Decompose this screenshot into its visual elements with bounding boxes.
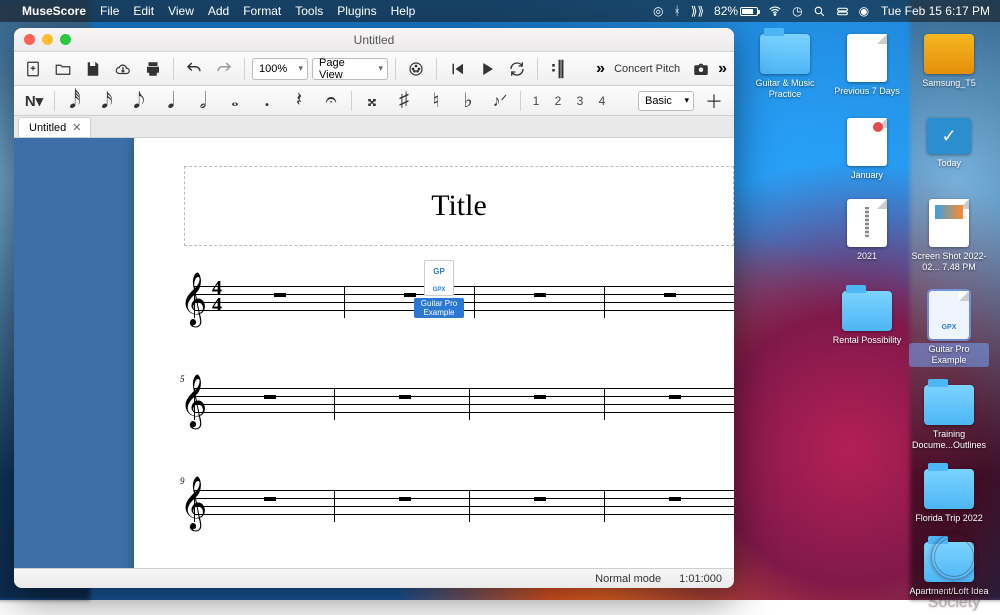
menu-view[interactable]: View [168,4,194,18]
watermark-logo: Producer Society [914,534,994,594]
status-position: 1:01:000 [679,573,722,585]
wifi-icon[interactable] [768,4,782,18]
staff-system-2[interactable]: 5 𝄞 [194,388,734,428]
menu-add[interactable]: Add [208,4,229,18]
flip-direction[interactable]: ♪ᐟ [488,89,512,113]
menu-tools[interactable]: Tools [295,4,323,18]
staff-system-1[interactable]: 𝄞 44 [194,286,734,326]
score-workspace[interactable]: Title 𝄞 44 5 𝄞 [14,138,734,568]
add-workspace-button[interactable]: ＋ [702,89,726,113]
voice-2[interactable]: 2 [551,89,565,113]
open-button[interactable] [50,56,76,82]
duration-quarter[interactable]: 𝅘𝅥 [159,89,183,113]
desktop-screenshot[interactable]: Screen Shot 2022-02... 7.48 PM [908,199,990,273]
desktop-disk-samsung[interactable]: Samsung_T5 [908,34,990,100]
redo-button[interactable] [211,56,237,82]
close-tab-icon[interactable]: ✕ [72,121,81,134]
desktop-folder-florida[interactable]: Florida Trip 2022 [908,469,990,524]
score-page[interactable]: Title 𝄞 44 5 𝄞 [134,138,734,568]
duration-whole[interactable]: 𝅝 [223,89,247,113]
duration-half[interactable]: 𝅗𝅥 [191,89,215,113]
undo-button[interactable] [181,56,207,82]
rest-button[interactable]: 𝄽 [287,89,311,113]
score-title-text[interactable]: Title [431,189,487,223]
accidental-flat[interactable]: ♭ [456,89,480,113]
accidental-double-sharp[interactable]: 𝄪 [360,89,384,113]
desktop-zip-2021[interactable]: 2021 [826,199,908,273]
dragged-file-overlay[interactable]: GPX Guitar Pro Example [414,260,464,320]
desktop-file-guitarpro[interactable]: GPXGuitar Pro Example [908,291,990,367]
note-input-toolbar: N▾ 𝅘𝅥𝅰 𝅘𝅥𝅯 𝅘𝅥𝅮 𝅘𝅥 𝅗𝅥 𝅝 . 𝄽 𝄐 𝄪 ♯ ♮ ♭ ♪ᐟ … [14,86,734,116]
toolbar-overflow[interactable]: » [596,60,606,78]
spotlight-icon[interactable] [813,5,826,18]
desktop-folder-rental[interactable]: Rental Possibility [826,291,908,367]
voice-1[interactable]: 1 [529,89,543,113]
document-tabstrip: Untitled ✕ [14,116,734,138]
clock-icon[interactable]: ◷ [792,4,802,18]
rewind-button[interactable] [444,56,470,82]
print-button[interactable] [140,56,166,82]
note-input-mode[interactable]: N▾ [22,89,46,113]
desktop-icons-area: Guitar & Music Practice Previous 7 Days … [740,34,990,615]
duration-dot[interactable]: . [255,89,279,113]
airdrop-icon[interactable]: ⟫⟫ [691,4,704,18]
menu-clock[interactable]: Tue Feb 15 6:17 PM [881,4,990,18]
workspace-combo[interactable]: Basic [638,91,694,111]
duration-32nd[interactable]: 𝅘𝅥𝅰 [63,89,87,113]
repeat-button[interactable]: ꞉∥ [545,56,571,82]
play-button[interactable] [474,56,500,82]
dragged-file-label: Guitar Pro Example [414,298,464,318]
concert-pitch-button[interactable]: Concert Pitch [614,63,680,75]
voice-3[interactable]: 3 [573,89,587,113]
voice-4[interactable]: 4 [595,89,609,113]
musescore-window: Untitled 100% Page View ꞉∥ » Concert Pit… [14,28,734,588]
staff-system-3[interactable]: 9 𝄞 [194,490,734,530]
cloud-button[interactable] [110,56,136,82]
view-mode-combo[interactable]: Page View [312,58,388,80]
desktop-folder-training[interactable]: Training Docume...Outlines [908,385,990,451]
tie-button[interactable]: 𝄐 [319,89,343,113]
new-score-button[interactable] [20,56,46,82]
status-bar: Normal mode 1:01:000 [14,568,734,588]
battery-percent: 82% [714,4,738,18]
image-capture-button[interactable] [688,56,714,82]
desktop-file-previous7days[interactable]: Previous 7 Days [826,34,908,100]
title-frame[interactable]: Title [184,166,734,246]
window-titlebar[interactable]: Untitled [14,28,734,52]
duration-8th[interactable]: 𝅘𝅥𝅮 [127,89,151,113]
desktop-folder-today[interactable]: ✓Today [908,118,990,181]
zoom-combo[interactable]: 100% [252,58,308,80]
midi-button[interactable] [403,56,429,82]
desktop-folder-guitar-music[interactable]: Guitar & Music Practice [744,34,826,100]
control-center-icon[interactable] [836,5,849,18]
bluetooth-icon[interactable]: ᚼ [673,4,680,18]
menu-plugins[interactable]: Plugins [337,4,376,18]
desktop-file-january[interactable]: January [826,118,908,181]
status-icon[interactable]: ◎ [653,4,663,18]
status-mode: Normal mode [595,573,661,585]
app-menu[interactable]: MuseScore [22,4,86,18]
loop-button[interactable] [504,56,530,82]
menu-format[interactable]: Format [243,4,281,18]
battery-icon[interactable]: 82% [714,4,758,18]
accidental-sharp[interactable]: ♯ [392,89,416,113]
save-button[interactable] [80,56,106,82]
toolbar-overflow-2[interactable]: » [718,60,728,78]
mac-menubar: MuseScore File Edit View Add Format Tool… [0,0,1000,22]
siri-icon[interactable]: ◉ [859,4,869,18]
menu-help[interactable]: Help [391,4,416,18]
menu-edit[interactable]: Edit [133,4,154,18]
duration-16th[interactable]: 𝅘𝅥𝅯 [95,89,119,113]
accidental-natural[interactable]: ♮ [424,89,448,113]
main-toolbar: 100% Page View ꞉∥ » Concert Pitch » [14,52,734,86]
checkmark-icon: ✓ [927,118,971,154]
window-title: Untitled [14,33,734,47]
tab-untitled[interactable]: Untitled ✕ [18,117,91,137]
menu-file[interactable]: File [100,4,119,18]
